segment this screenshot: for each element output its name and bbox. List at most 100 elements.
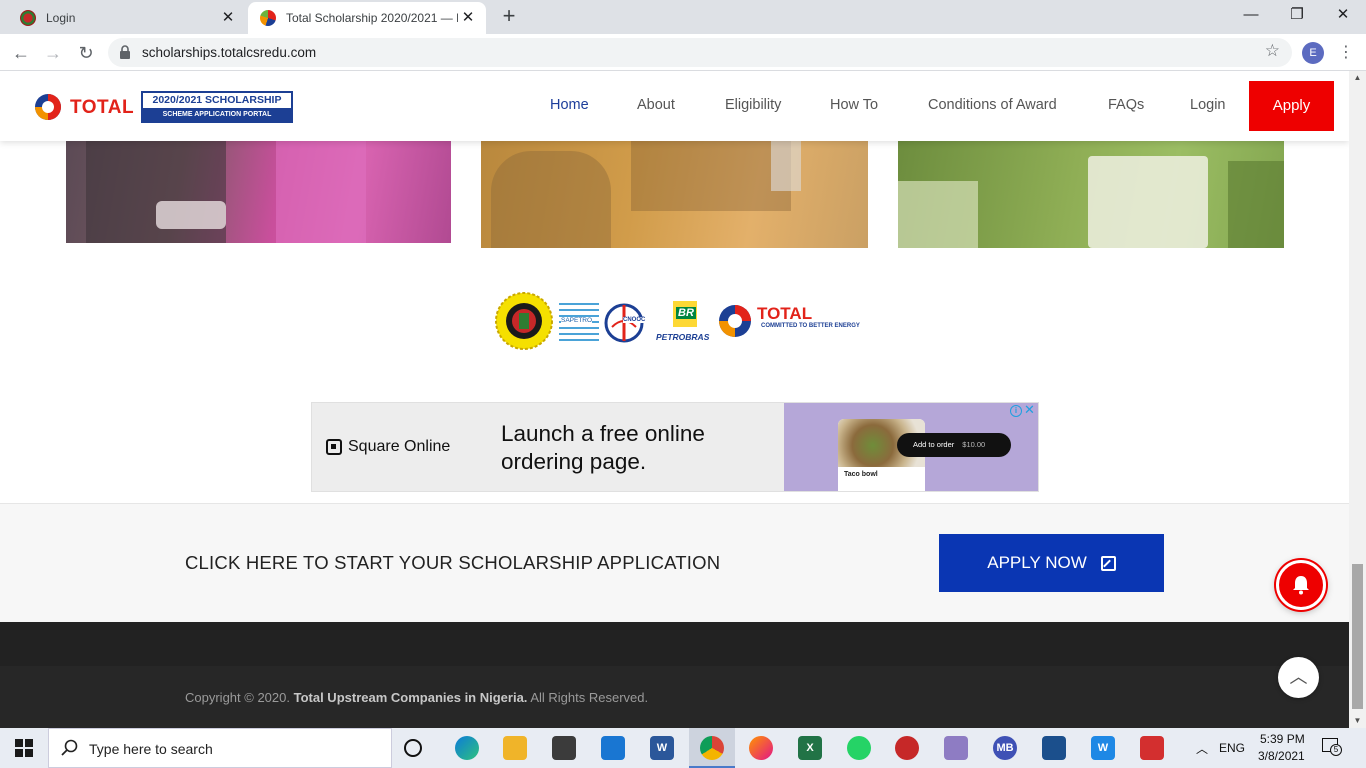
clock-date[interactable]: 3/8/2021 [1258, 749, 1305, 763]
reload-button[interactable]: ↻ [73, 40, 99, 66]
food-caption: Taco bowl [844, 471, 878, 478]
total-favicon-icon [260, 10, 276, 26]
apply-button[interactable]: Apply [1249, 81, 1334, 131]
windows-logo-icon [15, 739, 33, 757]
apply-now-label: APPLY NOW [987, 553, 1087, 572]
total-logo-icon [35, 94, 61, 120]
badge-line-1: 2020/2021 SCHOLARSHIP [152, 94, 282, 106]
windows-taskbar: Type here to search W X MB W ︿ ENG 5:39 … [0, 728, 1366, 768]
nav-login[interactable]: Login [1190, 97, 1225, 113]
wps-writer-icon[interactable]: W [1091, 736, 1115, 760]
start-button[interactable] [0, 728, 48, 768]
microsoft-store-icon[interactable] [552, 736, 576, 760]
ad-close-icon[interactable]: ✕ [1023, 403, 1036, 417]
square-online-ad[interactable]: Square Online Launch a free online order… [311, 402, 1039, 492]
app-icon[interactable] [1042, 736, 1066, 760]
scroll-to-top-button[interactable]: ︿ [1278, 657, 1319, 698]
scroll-down-arrow-icon[interactable]: ▼ [1349, 714, 1366, 728]
cnooc-logo-icon [604, 303, 644, 343]
nav-faqs[interactable]: FAQs [1108, 97, 1144, 113]
browser-menu-icon[interactable]: ⋮ [1338, 42, 1354, 64]
total-partner-logo-icon [719, 305, 751, 337]
students-on-computers-photo [481, 141, 868, 248]
chrome-icon[interactable] [700, 736, 724, 760]
copyright-company: Total Upstream Companies in Nigeria. [293, 690, 528, 705]
search-placeholder: Type here to search [89, 741, 213, 757]
mail-icon[interactable] [601, 736, 625, 760]
copyright-text: Copyright © 2020. Total Upstream Compani… [185, 690, 648, 705]
tab-login[interactable]: Login ✕ [8, 2, 246, 34]
page-viewport: TOTAL 2020/2021 SCHOLARSHIP SCHEME APPLI… [0, 71, 1349, 728]
sapetro-label: SAPETRO [561, 317, 593, 324]
scrollbar-thumb[interactable] [1352, 564, 1363, 709]
ad-headline: Launch a free online ordering page. [501, 421, 705, 474]
word-icon[interactable]: W [650, 736, 674, 760]
address-bar[interactable]: scholarships.totalcsredu.com ☆ [108, 38, 1292, 67]
nav-how-to[interactable]: How To [830, 97, 878, 113]
tab-title: Total Scholarship 2020/2021 — N [286, 11, 458, 25]
sapetro-logo: SAPETRO [559, 299, 599, 345]
back-button[interactable]: ← [8, 40, 34, 66]
excel-icon[interactable]: X [798, 736, 822, 760]
pill-label: Add to order [913, 440, 955, 449]
action-center-button[interactable]: 5 [1322, 738, 1344, 758]
minimize-button[interactable]: — [1228, 0, 1274, 30]
clock-time[interactable]: 5:39 PM [1260, 732, 1305, 746]
paint-icon[interactable] [944, 736, 968, 760]
pill-price: $10.00 [962, 440, 986, 449]
taskbar-search-box[interactable]: Type here to search [48, 728, 392, 768]
copyright-suffix: All Rights Reserved. [530, 690, 649, 705]
nav-conditions-of-award[interactable]: Conditions of Award [928, 97, 1057, 113]
cta-text: CLICK HERE TO START YOUR SCHOLARSHIP APP… [185, 552, 721, 573]
student-laptop-library-photo [898, 141, 1284, 248]
petrobras-br-logo: BR [673, 301, 697, 327]
students-reading-photo [66, 141, 451, 243]
copyright-prefix: Copyright © 2020. [185, 690, 290, 705]
site-logo[interactable]: TOTAL 2020/2021 SCHOLARSHIP SCHEME APPLI… [32, 91, 294, 125]
petrobras-label: PETROBRAS [656, 332, 710, 342]
presentation-app-icon[interactable] [1140, 736, 1164, 760]
nav-eligibility[interactable]: Eligibility [725, 97, 781, 113]
apply-now-button[interactable]: APPLY NOW [939, 534, 1164, 592]
tab-total-scholarship[interactable]: Total Scholarship 2020/2021 — N ✕ [248, 2, 486, 34]
new-tab-button[interactable]: + [498, 5, 520, 28]
page-scrollbar[interactable]: ▲ ▼ [1349, 71, 1366, 728]
show-hidden-icons-chevron-icon[interactable]: ︿ [1196, 740, 1208, 757]
language-indicator[interactable]: ENG [1219, 741, 1245, 755]
forward-button[interactable]: → [40, 40, 66, 66]
close-tab-icon[interactable]: ✕ [458, 8, 478, 28]
footer-band [0, 622, 1349, 666]
coat-of-arms-app-icon[interactable] [895, 736, 919, 760]
site-footer: Copyright © 2020. Total Upstream Compani… [0, 622, 1349, 728]
ad-brand-label: Square Online [348, 438, 451, 455]
search-icon [61, 739, 78, 756]
firefox-icon[interactable] [749, 736, 773, 760]
file-explorer-icon[interactable] [503, 736, 527, 760]
total-partner-wordmark: TOTAL [757, 304, 813, 323]
nav-home[interactable]: Home [550, 97, 589, 113]
whatsapp-icon[interactable] [847, 736, 871, 760]
notification-count: 5 [1330, 744, 1342, 756]
cortana-icon[interactable] [404, 739, 422, 757]
scroll-up-arrow-icon[interactable]: ▲ [1349, 71, 1366, 85]
cta-section: CLICK HERE TO START YOUR SCHOLARSHIP APP… [0, 503, 1349, 622]
restore-button[interactable]: ❐ [1274, 0, 1320, 30]
url-text: scholarships.totalcsredu.com [142, 45, 317, 60]
nav-about[interactable]: About [637, 97, 675, 113]
bookmark-star-icon[interactable]: ☆ [1265, 41, 1280, 61]
total-partner-tagline: COMMITTED TO BETTER ENERGY [761, 323, 860, 329]
edge-icon[interactable] [455, 736, 479, 760]
close-window-button[interactable]: ✕ [1320, 0, 1366, 30]
tab-strip: Login ✕ Total Scholarship 2020/2021 — N … [0, 0, 1366, 34]
profile-avatar[interactable]: E [1302, 42, 1324, 64]
adchoices-info-icon[interactable]: i [1010, 405, 1022, 417]
malwarebytes-icon[interactable]: MB [993, 736, 1017, 760]
logo-wordmark: TOTAL [70, 97, 135, 118]
close-tab-icon[interactable]: ✕ [218, 8, 238, 28]
notification-bell-button[interactable] [1276, 560, 1326, 610]
nigerian-coat-of-arms-favicon-icon [20, 10, 36, 26]
edit-icon [1100, 555, 1116, 571]
cnooc-label: CNOOC [623, 317, 646, 323]
tab-title: Login [46, 11, 76, 25]
br-label: BR [676, 307, 696, 319]
